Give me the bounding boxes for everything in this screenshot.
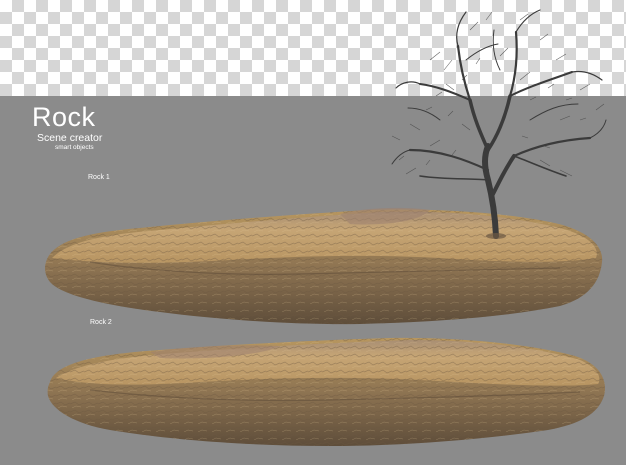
rock-1 xyxy=(45,207,603,325)
rock-2 xyxy=(47,337,605,446)
scene-illustration xyxy=(45,9,607,446)
bare-tree xyxy=(391,9,607,239)
tree-base xyxy=(486,233,506,239)
